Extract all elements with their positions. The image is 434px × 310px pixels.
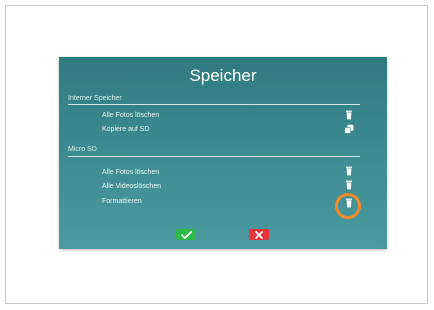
section-internal-storage-label: Interner Speicher [68,95,122,102]
section-micro-sd-label: Micro SD [68,146,97,153]
check-icon [180,230,192,239]
trash-icon[interactable] [344,110,354,120]
confirm-button[interactable] [176,229,196,240]
trash-icon[interactable] [344,166,354,176]
cancel-button[interactable] [249,229,269,240]
highlight-ring [335,193,361,219]
copy-icon[interactable] [344,124,354,134]
dialog-title: Speicher [189,66,257,85]
section-divider [68,104,360,105]
x-icon [255,230,263,239]
menu-item-delete-all-photos-sd[interactable]: Alle Fotos löschen [102,169,159,176]
menu-item-copy-to-sd[interactable]: Kopiere auf SD [102,126,149,133]
storage-dialog: Speicher Interner Speicher Alle Fotos lö… [59,57,387,249]
menu-item-delete-all-photos-internal[interactable]: Alle Fotos löschen [102,112,159,119]
menu-item-delete-all-videos-sd[interactable]: Alle Videoslöschen [102,183,161,190]
trash-icon[interactable] [344,180,354,190]
section-divider [68,156,360,157]
menu-item-format-sd[interactable]: Formattieren [102,198,142,205]
